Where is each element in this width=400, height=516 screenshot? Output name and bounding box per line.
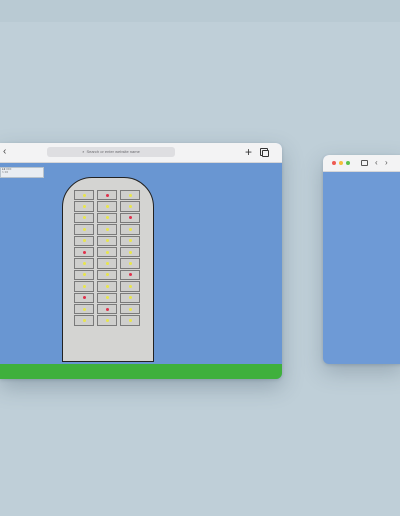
window-light [128,284,132,288]
tower-window [74,212,94,224]
window-light [128,318,132,322]
window-light [82,205,86,209]
tower-window [74,269,94,281]
tower-window-grid [74,190,142,361]
window-light [82,273,86,277]
window-light [82,227,86,231]
tower-window [74,201,94,212]
tower-window [74,190,94,201]
minimize-button[interactable] [339,161,343,165]
tower-window [97,281,117,292]
window-light [128,227,132,231]
tower-window [74,315,94,326]
tower-window [97,258,117,269]
second-browser-window: ‹ › [323,155,400,364]
close-button[interactable] [332,161,336,165]
tower-window [120,212,140,224]
desktop-top-band [0,0,400,22]
tower-window [120,258,140,269]
window-light [82,193,86,197]
tower-window [97,292,117,303]
tower-window [120,201,140,212]
tower-window [120,246,140,258]
window-light [105,239,109,243]
tower-window [97,235,117,246]
back-chevron-icon[interactable]: ‹ [375,158,378,168]
window-light [128,205,132,209]
window-light [105,284,109,288]
window-light [105,216,109,220]
window-light [128,273,132,277]
window-light [128,262,132,266]
window-light [82,250,86,254]
second-browser-toolbar: ‹ › [323,155,400,172]
tower-window [120,269,140,281]
tower-window [74,235,94,246]
window-light [128,193,132,197]
window-light [105,250,109,254]
game-hud: L3 === > == [0,167,44,178]
window-light [128,296,132,300]
window-light [105,307,109,311]
tower-window [74,303,94,315]
window-light [82,216,86,220]
window-light [128,307,132,311]
window-light [105,193,109,197]
tower-window [97,246,117,258]
window-light [128,239,132,243]
new-tab-button[interactable]: + [245,145,252,159]
address-bar[interactable]: ⌕ Search or enter website name [47,147,175,157]
window-light [128,250,132,254]
tab-overview-icon[interactable] [260,148,269,157]
window-light [82,239,86,243]
tower-window [97,269,117,281]
window-light [105,273,109,277]
window-light [105,262,109,266]
window-light [105,296,109,300]
tower-window [97,212,117,224]
tower-window [97,190,117,201]
sidebar-toggle-icon[interactable] [361,160,368,166]
window-light [82,262,86,266]
window-light [105,205,109,209]
hud-line: > == [2,170,9,174]
tower-window [74,246,94,258]
tower-window [97,224,117,235]
tower-window [74,281,94,292]
tower-window [120,224,140,235]
tower-window [120,315,140,326]
tower-window [74,224,94,235]
zoom-button[interactable] [346,161,350,165]
window-light [82,318,86,322]
tower-window [120,235,140,246]
tower-window [97,303,117,315]
tower-window [120,292,140,303]
tower-window [74,258,94,269]
back-chevron-icon[interactable]: ‹ [3,147,6,157]
window-light [105,227,109,231]
address-placeholder: Search or enter website name [86,149,140,154]
forward-chevron-icon[interactable]: › [385,158,388,168]
tower-window [120,190,140,201]
browser-toolbar: ‹ ⌕ Search or enter website name + [0,143,282,163]
window-light [128,216,132,220]
grass-ground [0,364,282,379]
window-light [82,296,86,300]
window-light [105,318,109,322]
tower-window [97,201,117,212]
window-light [82,284,86,288]
tower-window [74,292,94,303]
tower-window [120,303,140,315]
tower-window [97,315,117,326]
window-light [82,307,86,311]
search-icon: ⌕ [82,149,85,154]
tower-window [120,281,140,292]
